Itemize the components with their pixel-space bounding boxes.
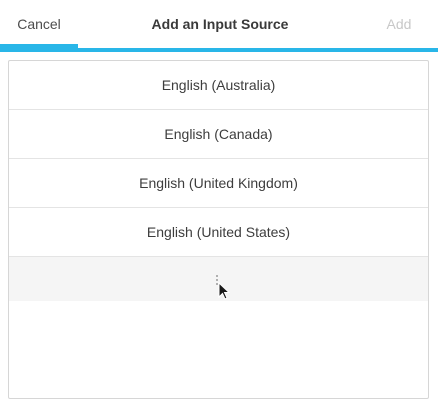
mouse-pointer-icon — [218, 281, 231, 306]
cancel-button-label: Cancel — [17, 16, 61, 32]
input-source-list: English (Australia) English (Canada) Eng… — [8, 60, 429, 399]
add-button-label: Add — [386, 16, 412, 32]
list-item-label: English (United Kingdom) — [139, 175, 298, 191]
list-item-english-australia[interactable]: English (Australia) — [9, 61, 428, 110]
list-item-english-united-kingdom[interactable]: English (United Kingdom) — [9, 159, 428, 208]
cancel-button[interactable]: Cancel — [0, 0, 78, 48]
list-item-label: English (Canada) — [164, 126, 273, 142]
list-item-label: English (United States) — [146, 224, 291, 240]
list-item-english-canada[interactable]: English (Canada) — [9, 110, 428, 159]
list-item-label: English (Australia) — [161, 77, 276, 93]
dialog-header: Cancel Add an Input Source Add — [0, 0, 438, 52]
dialog-title: Add an Input Source — [151, 16, 289, 32]
list-item-english-united-states[interactable]: English (United States) — [9, 208, 428, 257]
header-accent-line — [0, 48, 438, 52]
add-button[interactable]: Add — [360, 0, 438, 48]
